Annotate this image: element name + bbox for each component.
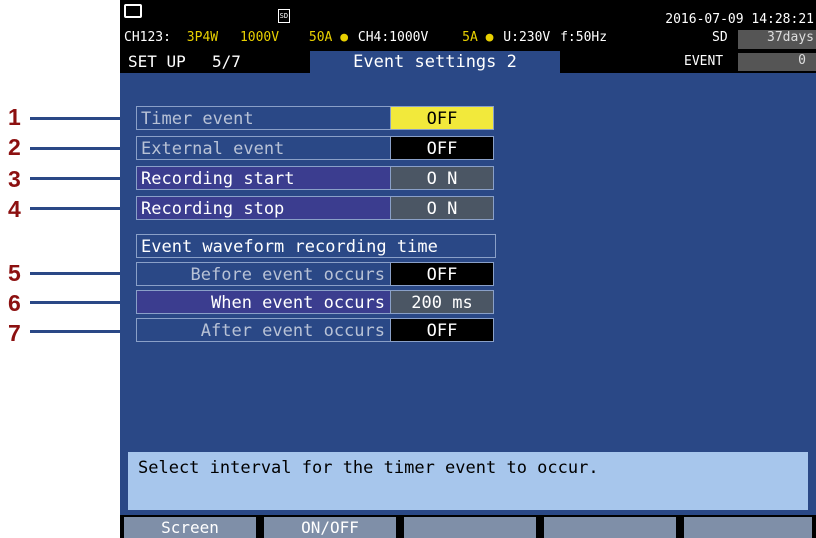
external-event-value[interactable]: OFF	[390, 136, 494, 160]
mode-label: SET UP	[128, 52, 186, 71]
callout-line-3	[30, 177, 126, 180]
measurement-line: CH123: 3P4W 1000V 50A ● CH4:1000V 5A ● U…	[124, 30, 607, 45]
fkey-on-off[interactable]: ON/OFF	[264, 517, 396, 538]
freq-label: f:50Hz	[560, 30, 608, 45]
fkey-screen[interactable]: Screen	[124, 517, 256, 538]
help-text: Select interval for the timer event to o…	[128, 452, 808, 510]
recording-start-value[interactable]: O N	[390, 166, 494, 190]
callout-line-4	[30, 207, 126, 210]
callout-4: 4	[8, 196, 21, 222]
fkey-4[interactable]	[544, 517, 676, 538]
current4-label: 5A	[462, 30, 478, 45]
callout-2: 2	[8, 134, 21, 160]
before-event-value[interactable]: OFF	[390, 262, 494, 286]
callout-line-2	[30, 147, 126, 150]
callout-line-1	[30, 117, 126, 120]
plug-icon	[124, 4, 142, 18]
channel4-label: CH4:1000V	[357, 30, 429, 45]
page-indicator: 5/7	[212, 52, 241, 71]
waveform-group-title: Event waveform recording time	[136, 234, 496, 258]
callout-6: 6	[8, 290, 21, 316]
sd-card-icon: SD	[277, 9, 290, 23]
after-event-value[interactable]: OFF	[390, 318, 494, 342]
recording-stop-label: Recording stop	[136, 196, 396, 220]
event-count: 0	[738, 53, 816, 71]
current1-label: 50A	[308, 30, 333, 45]
device-screen: SD 2016-07-09 14:28:21 CH123: 3P4W 1000V…	[120, 0, 816, 538]
callout-5: 5	[8, 260, 21, 286]
when-event-label: When event occurs	[136, 290, 396, 314]
voltage1-label: 1000V	[239, 30, 280, 45]
before-event-label: Before event occurs	[136, 262, 396, 286]
fkey-5[interactable]	[684, 517, 812, 538]
channel1-label: CH123:	[124, 30, 171, 45]
callout-1: 1	[8, 104, 21, 130]
callout-3: 3	[8, 166, 21, 192]
timer-event-value[interactable]: OFF	[390, 106, 494, 130]
fkey-3[interactable]	[404, 517, 536, 538]
status-icons: SD	[124, 0, 290, 23]
page-title: Event settings 2	[310, 51, 560, 73]
timer-event-label: Timer event	[136, 106, 396, 130]
when-event-value[interactable]: 200 ms	[390, 290, 494, 314]
event-label: EVENT	[684, 54, 724, 69]
status-bar: SD 2016-07-09 14:28:21 CH123: 3P4W 1000V…	[120, 0, 816, 51]
sd-label: SD	[712, 30, 728, 45]
datetime: 2016-07-09 14:28:21	[665, 12, 814, 27]
clamp-icon: ●	[340, 30, 349, 45]
sd-days: 37days	[738, 30, 816, 49]
external-event-label: External event	[136, 136, 396, 160]
recording-start-label: Recording start	[136, 166, 396, 190]
wiring-label: 3P4W	[186, 30, 219, 45]
after-event-label: After event occurs	[136, 318, 396, 342]
callout-7: 7	[8, 320, 21, 346]
clamp-icon-2: ●	[485, 30, 494, 45]
u-label: U:230V	[503, 30, 551, 45]
recording-stop-value[interactable]: O N	[390, 196, 494, 220]
